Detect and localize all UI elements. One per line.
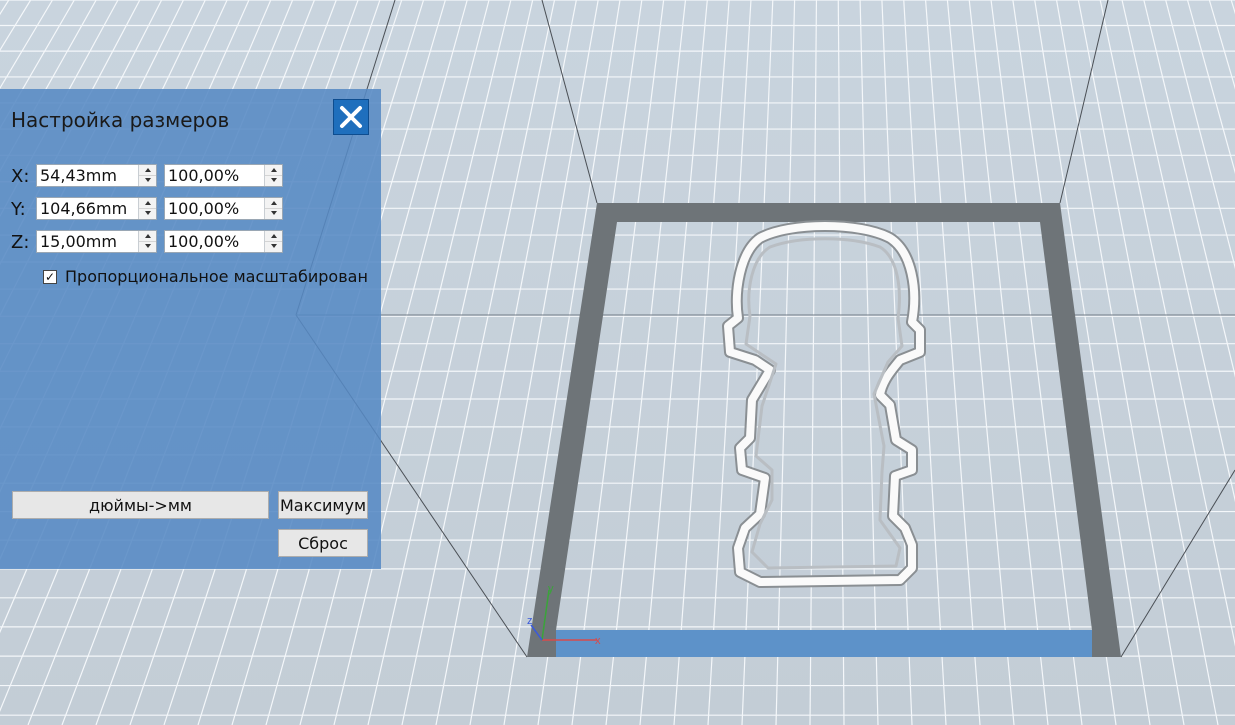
front-edge-highlight <box>556 630 1092 657</box>
axis-x-label: X: <box>11 166 30 187</box>
spin-down-icon[interactable] <box>139 175 156 185</box>
proportional-checkbox[interactable]: ✓ <box>43 270 57 284</box>
spin-down-icon[interactable] <box>139 208 156 218</box>
size-y-input[interactable]: 104,66mm <box>36 197 157 220</box>
size-x-input[interactable]: 54,43mm <box>36 164 157 187</box>
percent-z-value: 100,00% <box>168 232 240 251</box>
percent-z-spinner[interactable] <box>264 231 282 252</box>
percent-y-spinner[interactable] <box>264 198 282 219</box>
percent-y-input[interactable]: 100,00% <box>164 197 283 220</box>
close-button[interactable] <box>333 99 369 135</box>
size-y-spinner[interactable] <box>138 198 156 219</box>
percent-x-input[interactable]: 100,00% <box>164 164 283 187</box>
proportional-label[interactable]: Пропорциональное масштабирование <box>65 267 369 286</box>
size-z-input[interactable]: 15,00mm <box>36 230 157 253</box>
axis-z-label: Z: <box>11 232 30 253</box>
percent-x-spinner[interactable] <box>264 165 282 186</box>
gizmo-x-label: x <box>595 635 601 647</box>
size-z-value: 15,00mm <box>40 232 117 251</box>
size-z-spinner[interactable] <box>138 231 156 252</box>
size-y-value: 104,66mm <box>40 199 128 218</box>
close-icon <box>340 106 362 128</box>
gizmo-y-label: y <box>548 583 554 595</box>
reset-button[interactable]: Сброс <box>278 529 368 557</box>
size-x-value: 54,43mm <box>40 166 117 185</box>
spin-down-icon[interactable] <box>265 208 282 218</box>
percent-x-value: 100,00% <box>168 166 240 185</box>
gizmo-z-label: z <box>527 615 533 627</box>
inches-to-mm-button[interactable]: дюймы->мм <box>12 491 269 519</box>
spin-down-icon[interactable] <box>265 241 282 251</box>
maximum-button[interactable]: Максимум <box>278 491 368 519</box>
size-x-spinner[interactable] <box>138 165 156 186</box>
percent-y-value: 100,00% <box>168 199 240 218</box>
axis-y-label: Y: <box>11 199 26 220</box>
percent-z-input[interactable]: 100,00% <box>164 230 283 253</box>
spin-down-icon[interactable] <box>265 175 282 185</box>
panel-title: Настройка размеров <box>11 108 230 132</box>
spin-down-icon[interactable] <box>139 241 156 251</box>
